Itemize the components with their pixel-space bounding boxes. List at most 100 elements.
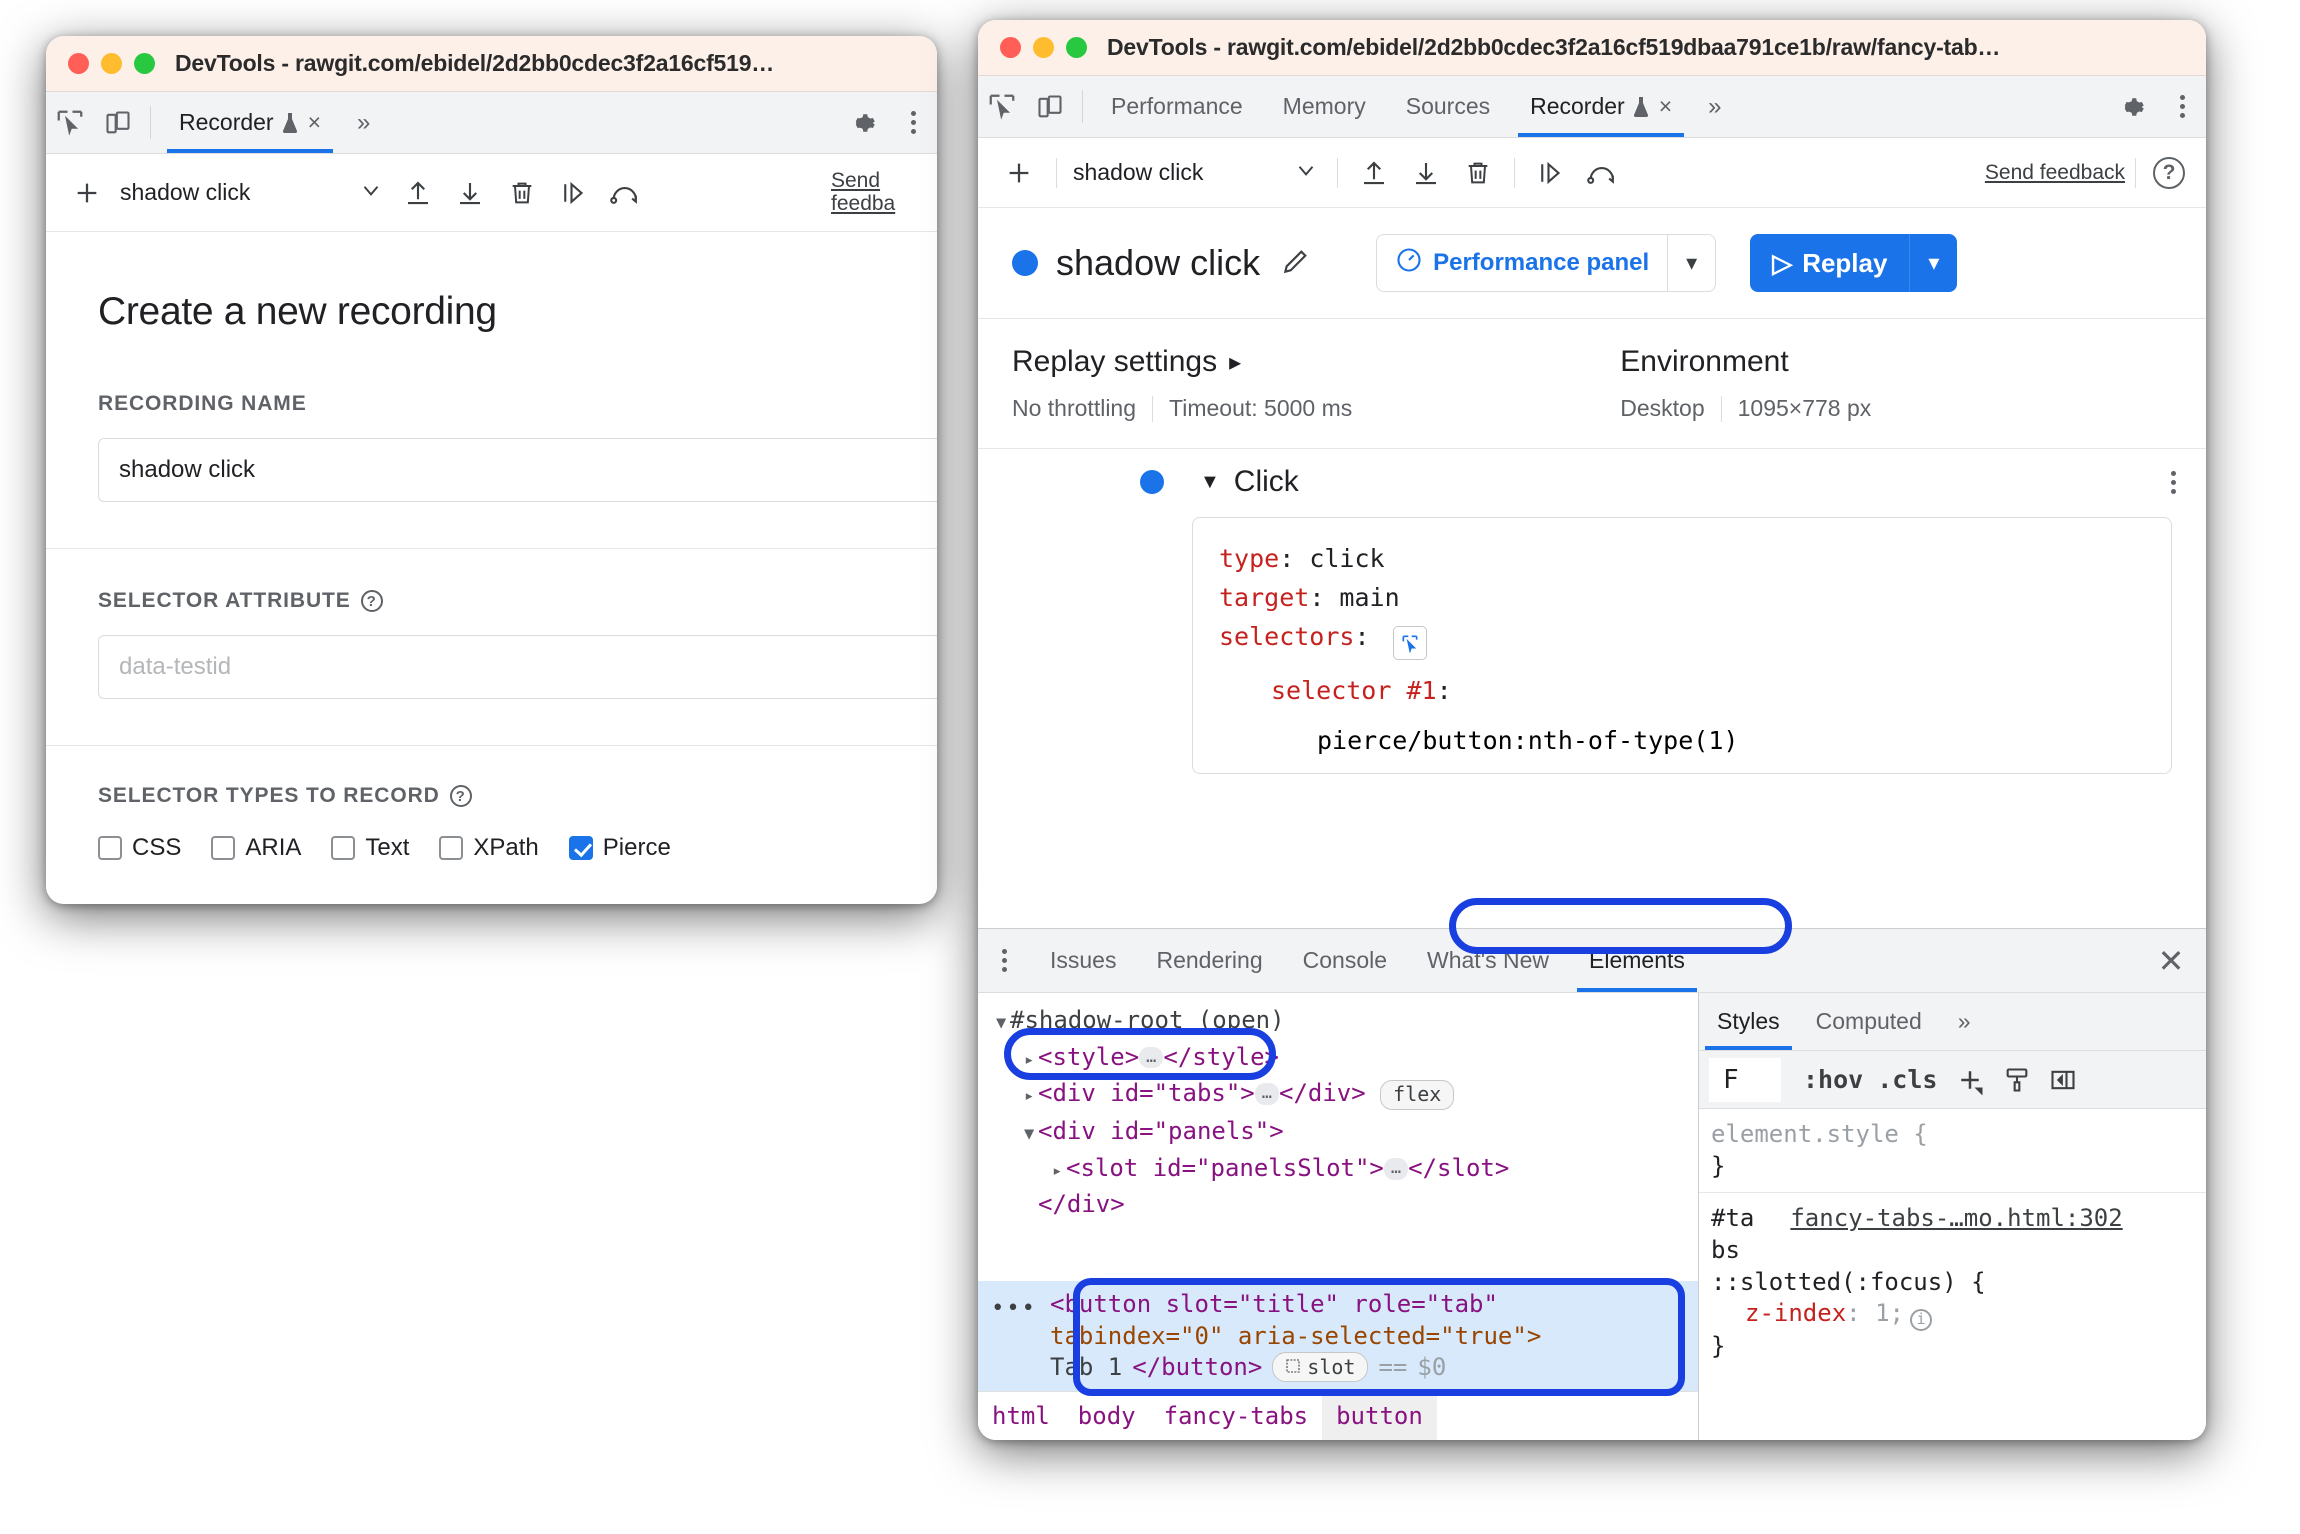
close-window-icon[interactable] (1000, 37, 1021, 58)
drawer-tab-issues[interactable]: Issues (1030, 929, 1136, 992)
style-source-link[interactable]: fancy-tabs-…mo.html:302 (1790, 1203, 2122, 1235)
close-drawer-icon[interactable]: ✕ (2136, 929, 2206, 992)
send-feedback-link[interactable]: Send feedba (831, 170, 923, 214)
expand-slot-icon[interactable]: ▸ (1052, 1161, 1066, 1183)
collapsed-content-badge[interactable]: … (1383, 1157, 1409, 1180)
step-click-row[interactable]: ▼ Click (978, 449, 2206, 499)
chevron-right-icon[interactable]: ▸ (1229, 348, 1241, 377)
flex-badge[interactable]: flex (1380, 1080, 1455, 1111)
more-options-icon[interactable] (889, 111, 937, 134)
selector-attribute-input[interactable]: data-testid (98, 635, 937, 699)
device-toolbar-icon[interactable] (1026, 76, 1074, 137)
more-tabs-icon[interactable]: » (1692, 76, 1737, 137)
tab-recorder[interactable]: Recorder × (159, 92, 341, 153)
device-toolbar-icon[interactable] (94, 92, 142, 153)
toggle-sidebar-icon[interactable] (2049, 1066, 2077, 1094)
slot-badge[interactable]: slot (1272, 1352, 1369, 1383)
minimize-window-icon[interactable] (1033, 37, 1054, 58)
close-recorder-tab-icon[interactable]: × (1659, 93, 1672, 120)
drawer-tab-console[interactable]: Console (1283, 929, 1407, 992)
trash-icon[interactable] (1452, 159, 1504, 187)
dom-selected-node-row[interactable]: ••• <button slot="title" role="tab" tabi… (978, 1281, 1698, 1391)
cls-toggle[interactable]: .cls (1877, 1065, 1937, 1094)
checkbox-pierce-box[interactable] (568, 836, 593, 860)
gear-icon[interactable] (2110, 92, 2158, 122)
recording-selector-label[interactable]: shadow click (1067, 159, 1285, 186)
expand-shadow-root-icon[interactable]: ▼ (996, 1013, 1010, 1035)
performance-panel-selector[interactable]: Performance panel ▾ (1376, 234, 1717, 292)
collapse-step-icon[interactable]: ▼ (1200, 471, 1220, 494)
tab-recorder[interactable]: Recorder × (1510, 76, 1692, 137)
declaration-value[interactable]: 1; (1875, 1299, 1904, 1327)
drawer-tab-whats-new[interactable]: What's New (1407, 929, 1569, 992)
declaration-property[interactable]: z-index (1745, 1299, 1846, 1327)
import-recording-icon[interactable] (444, 178, 496, 208)
inspect-element-icon[interactable] (46, 92, 94, 153)
breadcrumb-button[interactable]: button (1322, 1392, 1437, 1440)
breadcrumb-html[interactable]: html (978, 1392, 1064, 1440)
replay-icon[interactable] (600, 179, 652, 207)
slotted-declaration-zindex[interactable]: z-index: 1; i (1711, 1298, 2206, 1332)
selector-value[interactable]: pierce/button:nth-of-type(1) (1311, 720, 1744, 763)
right-window-traffic-lights[interactable] (1000, 37, 1087, 58)
tab-memory[interactable]: Memory (1263, 76, 1386, 137)
drawer-tab-rendering[interactable]: Rendering (1136, 929, 1282, 992)
step-over-icon[interactable] (548, 178, 600, 208)
expand-tabs-icon[interactable]: ▸ (1024, 1086, 1038, 1108)
minimize-window-icon[interactable] (101, 53, 122, 74)
performance-panel-dropdown-icon[interactable]: ▾ (1667, 235, 1715, 291)
style-rule-element-style[interactable]: element.style { } (1699, 1109, 2206, 1194)
checkbox-xpath-box[interactable] (439, 836, 464, 860)
more-options-icon[interactable] (2158, 95, 2206, 118)
styles-more-tabs-icon[interactable]: » (1940, 993, 1989, 1050)
plus-icon[interactable] (1955, 1065, 1985, 1095)
checkbox-text-box[interactable] (331, 836, 356, 860)
breadcrumb-fancy-tabs[interactable]: fancy-tabs (1150, 1392, 1323, 1440)
collapsed-content-badge[interactable]: … (1254, 1083, 1279, 1106)
expand-style-icon[interactable]: ▸ (1024, 1050, 1038, 1072)
dom-line-style[interactable]: ▸ <style>… </style> (978, 1042, 1698, 1073)
help-icon[interactable]: ? (360, 590, 383, 612)
close-recorder-tab-icon[interactable]: × (308, 109, 321, 136)
dom-line-tabs[interactable]: ▸ <div id="tabs">… </div> flex (978, 1078, 1698, 1111)
replay-button-group[interactable]: ▷ Replay ▾ (1750, 234, 1958, 292)
chevron-down-icon[interactable] (350, 177, 392, 208)
replay-dropdown-icon[interactable]: ▾ (1909, 234, 1957, 292)
selector-picker-icon[interactable] (1392, 625, 1427, 660)
inspect-element-icon[interactable] (978, 76, 1026, 137)
breadcrumb-body[interactable]: body (1064, 1392, 1150, 1440)
dom-line-panels[interactable]: ▼ <div id="panels"> (978, 1116, 1698, 1147)
import-recording-icon[interactable] (1400, 158, 1452, 188)
pencil-icon[interactable] (1280, 245, 1312, 282)
send-feedback-link[interactable]: Send feedback (1985, 161, 2125, 185)
export-recording-icon[interactable] (392, 178, 444, 208)
drawer-tab-elements[interactable]: Elements (1569, 929, 1705, 992)
tab-sources[interactable]: Sources (1386, 76, 1510, 137)
style-rule-slotted-focus[interactable]: #ta fancy-tabs-…mo.html:302 bs ::slotted… (1699, 1193, 2206, 1373)
replay-settings-header[interactable]: Replay settings ▸ (1012, 345, 1368, 379)
dom-tree-pane[interactable]: ▼ #shadow-root (open) ▸ <style>… </style> ▸… (978, 993, 1698, 1440)
maximize-window-icon[interactable] (134, 53, 155, 74)
checkbox-xpath[interactable]: XPath (439, 834, 539, 862)
step-more-options-icon[interactable] (2171, 470, 2176, 494)
drawer-more-options-icon[interactable] (978, 929, 1030, 992)
tab-performance[interactable]: Performance (1091, 76, 1263, 137)
add-recording-button[interactable] (60, 177, 114, 209)
recording-selector-label[interactable]: shadow click (114, 179, 350, 206)
gear-icon[interactable] (841, 108, 889, 138)
node-gutter-dots[interactable]: ••• (978, 1289, 1050, 1323)
styles-tab[interactable]: Styles (1699, 993, 1798, 1050)
more-tabs-icon[interactable]: » (341, 92, 386, 153)
replay-button[interactable]: ▷ Replay (1750, 234, 1909, 292)
dom-line-shadow-root[interactable]: ▼ #shadow-root (open) (978, 1005, 1698, 1036)
collapse-panels-icon[interactable]: ▼ (1024, 1124, 1038, 1146)
hov-toggle[interactable]: :hov (1803, 1065, 1863, 1094)
maximize-window-icon[interactable] (1066, 37, 1087, 58)
add-recording-button[interactable] (992, 157, 1046, 189)
checkbox-aria[interactable]: ARIA (211, 834, 301, 862)
close-window-icon[interactable] (68, 53, 89, 74)
dom-line-panels-close[interactable]: </div> (978, 1189, 1698, 1220)
trash-icon[interactable] (496, 179, 548, 207)
paintbrush-icon[interactable] (2003, 1066, 2031, 1094)
recording-name-input[interactable]: shadow click (98, 438, 937, 502)
